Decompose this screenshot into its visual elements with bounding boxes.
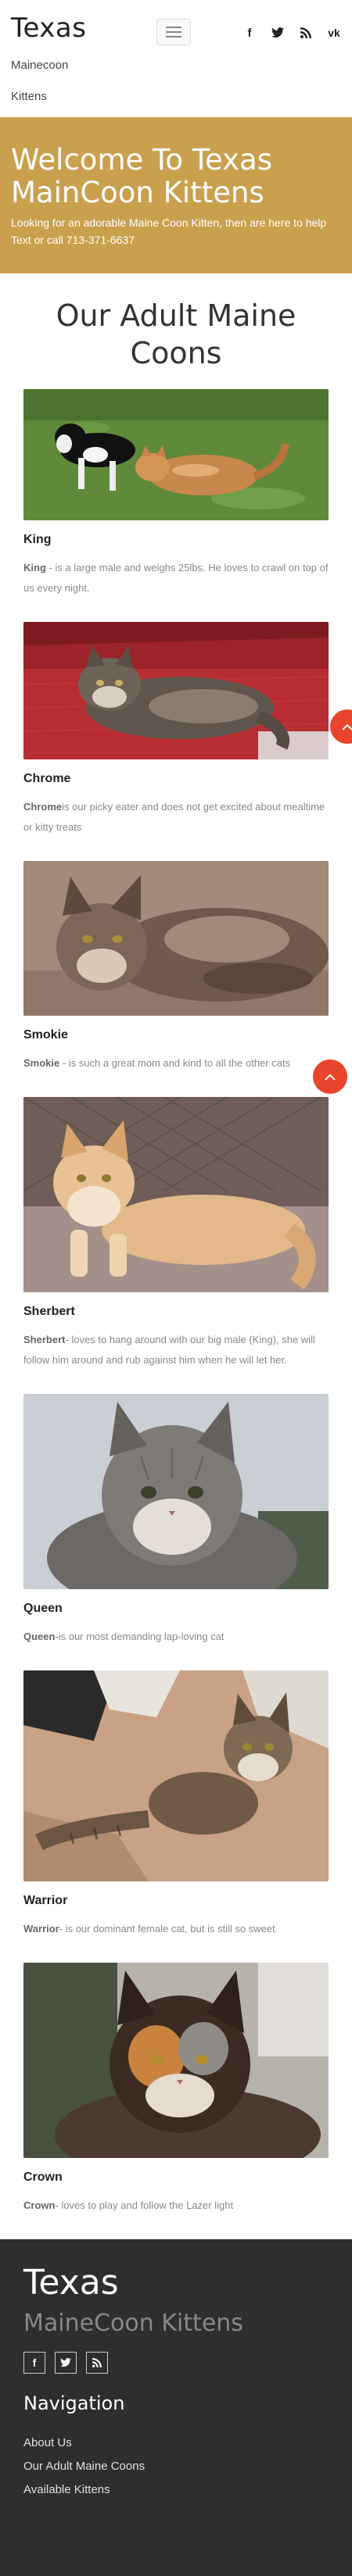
site-header: Texas f vk Mainecoon Kittens bbox=[0, 0, 352, 117]
cat-card: King King - is a large male and weighs 2… bbox=[23, 389, 329, 598]
cat-desc-text: - loves to hang around with our big male… bbox=[23, 1334, 315, 1366]
footer-social-links: f bbox=[23, 2352, 329, 2374]
site-footer: Texas MaineCoon Kittens f Navigation Abo… bbox=[0, 2239, 352, 2576]
cat-photo-warrior bbox=[23, 1670, 329, 1881]
cat-desc-name: Chrome bbox=[23, 801, 63, 813]
main-nav: Mainecoon Kittens bbox=[11, 56, 68, 119]
cat-name: Smokie bbox=[23, 1028, 68, 1041]
chevron-up-icon bbox=[325, 1074, 336, 1081]
footer-link-available-kittens[interactable]: Available Kittens bbox=[23, 2478, 329, 2502]
cat-desc-name: Queen bbox=[23, 1631, 56, 1642]
cat-photo-crown bbox=[23, 1963, 329, 2158]
nav-link-mainecoon[interactable]: Mainecoon bbox=[11, 56, 68, 88]
cat-desc-text: - is such a great mom and kind to all th… bbox=[59, 1057, 291, 1069]
cat-card: Sherbert Sherbert- loves to hang around … bbox=[23, 1097, 329, 1370]
facebook-icon[interactable]: f bbox=[23, 2352, 45, 2374]
cat-photo-sherbert bbox=[23, 1097, 329, 1292]
cat-card: Smokie Smokie - is such a great mom and … bbox=[23, 861, 329, 1074]
cat-photo-smokie bbox=[23, 861, 329, 1016]
cat-name: King bbox=[23, 533, 52, 546]
cat-name: Warrior bbox=[23, 1894, 68, 1907]
hero-subtitle: Looking for an adorable Maine Coon Kitte… bbox=[11, 216, 327, 229]
facebook-icon[interactable]: f bbox=[242, 26, 257, 40]
footer-nav: About Us Our Adult Maine Coons Available… bbox=[23, 2431, 329, 2502]
vk-icon[interactable]: vk bbox=[327, 26, 341, 40]
cat-photo-queen bbox=[23, 1394, 329, 1589]
cat-card: Warrior Warrior- is our dominant female … bbox=[23, 1670, 329, 1939]
twitter-icon[interactable] bbox=[271, 26, 285, 40]
cat-name: Crown bbox=[23, 2170, 63, 2184]
cat-card: Chrome Chromeis our picky eater and does… bbox=[23, 622, 329, 838]
nav-link-kittens[interactable]: Kittens bbox=[11, 88, 68, 119]
cat-card: Queen Queen-is our most demanding lap-lo… bbox=[23, 1394, 329, 1647]
brand-logo-text[interactable]: Texas bbox=[11, 13, 86, 44]
hamburger-menu-button[interactable] bbox=[156, 19, 191, 45]
footer-nav-title: Navigation bbox=[23, 2392, 125, 2414]
cat-card: Crown Crown- loves to play and follow th… bbox=[23, 1963, 329, 2216]
hero-title: Welcome To Texas MainCoon Kittens bbox=[11, 143, 272, 209]
cat-name: Chrome bbox=[23, 772, 71, 785]
cat-desc-name: Smokie bbox=[23, 1057, 60, 1069]
cat-desc-text: is our picky eater and does not get exci… bbox=[23, 801, 325, 833]
cat-description: Sherbert- loves to hang around with our … bbox=[23, 1330, 329, 1370]
footer-link-about-us[interactable]: About Us bbox=[23, 2431, 329, 2455]
cat-photo-chrome bbox=[23, 622, 329, 759]
hero-contact: Text or call 713-371-6637 bbox=[11, 234, 135, 246]
cat-desc-text: - is our dominant female cat, but is sti… bbox=[59, 1923, 275, 1935]
cat-description: Warrior- is our dominant female cat, but… bbox=[23, 1919, 329, 1939]
hamburger-line bbox=[166, 36, 181, 38]
chevron-up-icon bbox=[342, 723, 352, 731]
footer-link-adult-maine-coons[interactable]: Our Adult Maine Coons bbox=[23, 2455, 329, 2478]
cat-desc-name: Warrior bbox=[23, 1923, 59, 1935]
hero-banner: Welcome To Texas MainCoon Kittens Lookin… bbox=[0, 117, 352, 273]
footer-brand: Texas bbox=[23, 2263, 119, 2303]
hamburger-line bbox=[166, 27, 181, 28]
cat-description: Queen-is our most demanding lap-loving c… bbox=[23, 1627, 329, 1647]
cat-description: King - is a large male and weighs 25lbs.… bbox=[23, 558, 329, 598]
cat-description: Crown- loves to play and follow the Laze… bbox=[23, 2195, 329, 2216]
cat-description: Smokie - is such a great mom and kind to… bbox=[23, 1053, 329, 1074]
scroll-to-top-button[interactable] bbox=[313, 1059, 347, 1094]
header-social-links: f vk bbox=[242, 26, 341, 40]
cat-name: Sherbert bbox=[23, 1305, 75, 1318]
rss-icon[interactable] bbox=[86, 2352, 108, 2374]
cat-description: Chromeis our picky eater and does not ge… bbox=[23, 797, 329, 838]
cat-photo-king bbox=[23, 389, 329, 520]
cat-list: King King - is a large male and weighs 2… bbox=[0, 389, 352, 2216]
cat-desc-text: - is a large male and weighs 25lbs. He l… bbox=[23, 562, 329, 594]
cat-desc-text: - loves to play and follow the Lazer lig… bbox=[55, 2199, 234, 2211]
footer-tagline: MaineCoon Kittens bbox=[23, 2310, 243, 2337]
twitter-icon[interactable] bbox=[55, 2352, 77, 2374]
cat-desc-name: King bbox=[23, 562, 46, 573]
cat-desc-name: Crown bbox=[23, 2199, 56, 2211]
cat-desc-name: Sherbert bbox=[23, 1334, 66, 1345]
rss-icon[interactable] bbox=[299, 26, 313, 40]
hamburger-line bbox=[166, 31, 181, 33]
cat-desc-text: -is our most demanding lap-loving cat bbox=[55, 1631, 224, 1642]
section-title: Our Adult Maine Coons bbox=[56, 298, 296, 370]
cat-name: Queen bbox=[23, 1602, 63, 1615]
